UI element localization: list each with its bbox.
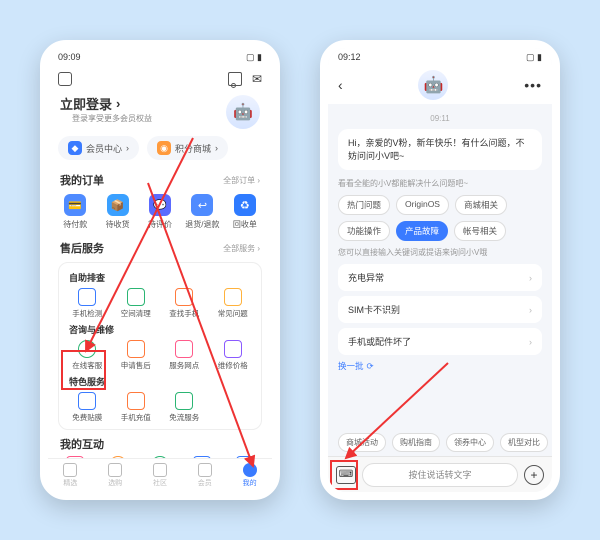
tab-featured[interactable]: 精选 <box>48 459 93 492</box>
login-button[interactable]: 立即登录› <box>60 94 164 113</box>
bot-avatar: 🤖 <box>418 70 448 100</box>
chevron-right-icon: › <box>116 96 120 111</box>
tab-shop[interactable]: 选购 <box>93 459 138 492</box>
keyboard-icon[interactable]: ⌨ <box>336 466 356 484</box>
free-data[interactable]: 免流服务 <box>160 392 209 423</box>
phone-left: 09:09 ▢ ▮ ✉ 立即登录› 登录享受更多会员权益 🤖 ◆会员中心› ◉积… <box>40 40 280 500</box>
tab-member[interactable]: 会员 <box>182 459 227 492</box>
space-clean[interactable]: 空间清理 <box>112 288 161 319</box>
special-title: 特色服务 <box>63 373 257 390</box>
tab-community[interactable]: 社区 <box>138 459 183 492</box>
bchip-compare[interactable]: 机型对比 <box>500 433 548 452</box>
chat-header: ‹ 🤖 ••• <box>328 66 552 104</box>
free-film[interactable]: 免费贴膜 <box>63 392 112 423</box>
status-bar: 09:12 ▢ ▮ <box>328 48 552 66</box>
order-refund[interactable]: ↩退货/退款 <box>181 194 223 230</box>
category-chips: 热门问题 OriginOS 商城相关 功能操作 产品故障 帐号相关 <box>338 195 542 241</box>
greeting-bubble: Hi，亲爱的V粉，新年快乐！有什么问题，不妨问问小V吧~ <box>338 129 542 170</box>
order-pending-receive[interactable]: 📦待收货 <box>96 194 138 230</box>
apply-aftersale[interactable]: 申请售后 <box>112 340 161 371</box>
service-more[interactable]: 全部服务 › <box>223 243 260 254</box>
status-bar: 09:09 ▢ ▮ <box>48 48 272 66</box>
order-pending-pay[interactable]: 💳待付款 <box>54 194 96 230</box>
faq-broken[interactable]: 手机或配件坏了 <box>338 328 542 355</box>
member-center-pill[interactable]: ◆会员中心› <box>58 136 139 160</box>
voice-input[interactable]: 按住说话转文字 <box>362 463 518 487</box>
chat-time: 09:11 <box>338 114 542 123</box>
top-bar: ✉ <box>48 66 272 92</box>
phone-right: 09:12 ▢ ▮ ‹ 🤖 ••• 09:11 Hi，亲爱的V粉，新年快乐！有什… <box>320 40 560 500</box>
chat-body: 09:11 Hi，亲爱的V粉，新年快乐！有什么问题，不妨问问小V吧~ 看看全能的… <box>328 104 552 444</box>
bchip-activity[interactable]: 商城活动 <box>338 433 386 452</box>
hint-2: 您可以直接输入关键词或提语来询问小V哦 <box>338 247 542 258</box>
refresh-button[interactable]: 换一批⟳ <box>338 360 542 372</box>
refresh-icon: ⟳ <box>367 361 374 372</box>
hint-1: 看看全能的小V都能解决什么问题吧~ <box>338 178 542 189</box>
order-pending-review[interactable]: 💬待评价 <box>139 194 181 230</box>
bchip-coupon[interactable]: 领券中心 <box>446 433 494 452</box>
login-subtitle: 登录享受更多会员权益 <box>60 113 164 130</box>
phone-recharge[interactable]: 手机充值 <box>112 392 161 423</box>
consult-title: 咨询与维修 <box>63 321 257 338</box>
online-service[interactable]: 在线客服 <box>63 340 112 371</box>
phone-check[interactable]: 手机检测 <box>63 288 112 319</box>
plus-button[interactable]: + <box>524 465 544 485</box>
chip-function[interactable]: 功能操作 <box>338 221 390 241</box>
tab-mine[interactable]: 我的 <box>227 459 272 492</box>
suggestion-chips: 商城活动 购机指南 领券中心 机型对比 以 <box>328 433 552 452</box>
status-icons: ▢ ▮ <box>526 52 542 63</box>
order-recycle[interactable]: ♻回收单 <box>224 194 266 230</box>
avatar[interactable]: 🤖 <box>226 95 260 129</box>
service-point[interactable]: 服务网点 <box>160 340 209 371</box>
chip-account[interactable]: 帐号相关 <box>454 221 506 241</box>
selfcheck-title: 自助排查 <box>63 269 257 286</box>
chip-hot[interactable]: 热门问题 <box>338 195 390 215</box>
cart-icon[interactable] <box>228 72 242 86</box>
faq[interactable]: 常见问题 <box>209 288 258 319</box>
repair-price[interactable]: 维修价格 <box>209 340 258 371</box>
input-bar: ⌨ 按住说话转文字 + <box>328 456 552 492</box>
interact-title: 我的互动 <box>60 436 104 452</box>
more-button[interactable]: ••• <box>524 77 542 93</box>
status-icons: ▢ ▮ <box>246 52 262 63</box>
orders-title: 我的订单 <box>60 172 104 188</box>
points-mall-pill[interactable]: ◉积分商城› <box>147 136 228 160</box>
chip-fault[interactable]: 产品故障 <box>396 221 448 241</box>
faq-sim[interactable]: SIM卡不识别 <box>338 296 542 323</box>
status-time: 09:09 <box>58 52 81 62</box>
message-icon[interactable]: ✉ <box>252 72 262 86</box>
settings-icon[interactable] <box>58 72 72 86</box>
back-button[interactable]: ‹ <box>338 77 343 93</box>
tab-bar: 精选 选购 社区 会员 我的 <box>48 458 272 492</box>
status-time: 09:12 <box>338 52 361 62</box>
find-phone[interactable]: 查找手机 <box>160 288 209 319</box>
bchip-guide[interactable]: 购机指南 <box>392 433 440 452</box>
service-card: 自助排查 手机检测 空间清理 查找手机 常见问题 咨询与维修 在线客服 申请售后… <box>58 262 262 430</box>
faq-charging[interactable]: 充电异常 <box>338 264 542 291</box>
service-title: 售后服务 <box>60 240 104 256</box>
orders-more[interactable]: 全部订单 › <box>223 175 260 186</box>
chip-originos[interactable]: OriginOS <box>396 195 449 215</box>
chip-mall[interactable]: 商城相关 <box>455 195 507 215</box>
orders-row: 💳待付款 📦待收货 💬待评价 ↩退货/退款 ♻回收单 <box>48 190 272 234</box>
